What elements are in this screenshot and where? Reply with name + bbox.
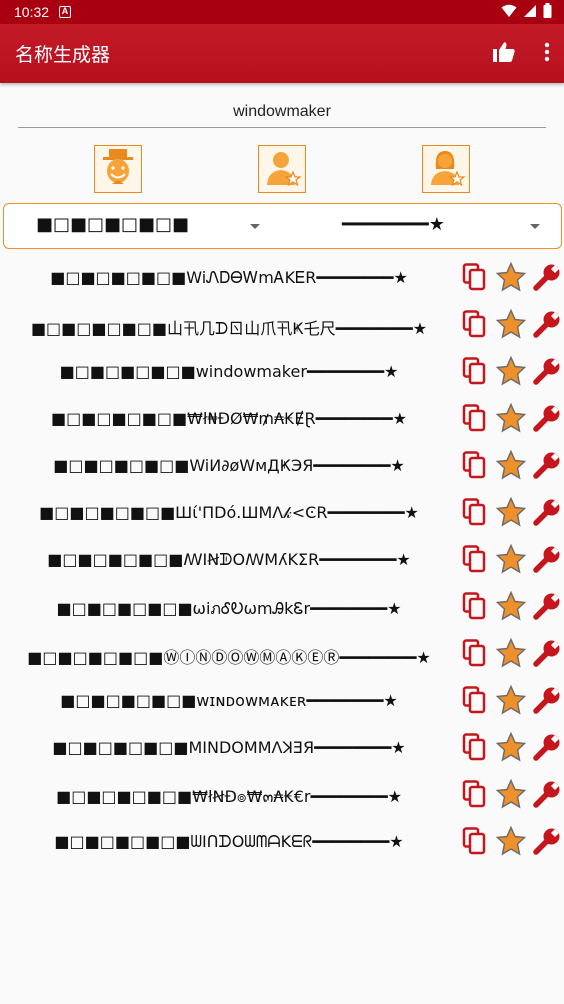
copy-icon[interactable] — [460, 544, 490, 574]
star-icon[interactable] — [496, 403, 526, 433]
copy-icon[interactable] — [460, 497, 490, 527]
wrench-icon[interactable] — [532, 544, 562, 574]
star-icon[interactable] — [496, 450, 526, 480]
generated-name: ■□■□■□■□■ᗯIᑎᗪOᗯᗰᗩKᗴᖇ━━━━━━━━★ — [54, 832, 404, 851]
wrench-icon[interactable] — [532, 638, 562, 668]
list-item: ■□■□■□■□■MINDOMMɅꓘƎЯ━━━━━━━━★ — [0, 728, 564, 775]
copy-icon[interactable] — [460, 826, 490, 856]
star-icon[interactable] — [496, 779, 526, 809]
more-vert-icon[interactable] — [544, 42, 550, 66]
name-input[interactable] — [18, 98, 546, 126]
star-icon[interactable] — [496, 497, 526, 527]
star-icon[interactable] — [496, 591, 526, 621]
notification-icon: A — [59, 6, 72, 18]
thumb-up-icon[interactable] — [492, 41, 516, 67]
generated-name: ■□■□■□■□■₩ł₦ĐØ₩₥₳₭ɆⱤ━━━━━━━━★ — [51, 409, 407, 428]
copy-icon[interactable] — [460, 356, 490, 386]
female-star-avatar-icon — [426, 147, 466, 191]
copy-icon[interactable] — [460, 403, 490, 433]
wrench-icon[interactable] — [532, 309, 562, 339]
list-item: ■□■□■□■□■ᴡɪɴᴅᴏᴡᴍᴀᴋᴇʀ━━━━━━━━★ — [0, 681, 564, 728]
star-icon[interactable] — [496, 262, 526, 292]
status-time: 10:32 — [14, 4, 50, 20]
prefix-chevron-down-icon[interactable] — [250, 224, 260, 229]
copy-icon[interactable] — [460, 685, 490, 715]
generated-name: ■□■□■□■□■Шί'ПDό.ШМΛ𝓀<ϾR━━━━━━━━★ — [39, 503, 419, 522]
copy-icon[interactable] — [460, 450, 490, 480]
joker-avatar-button[interactable] — [94, 145, 142, 193]
name-input-field[interactable] — [18, 98, 546, 128]
generated-name: ■□■□■□■□■ⓌⒾⓃⒹⓄⓌⓂⒶⓀⒺⓇ━━━━━━━━★ — [27, 648, 431, 667]
list-item: ■□■□■□■□■₩ł₦ĐØ₩₥₳₭ɆⱤ━━━━━━━━★ — [0, 399, 564, 446]
male-star-avatar-icon — [262, 147, 302, 191]
app-title: 名称生成器 — [15, 44, 111, 66]
copy-icon[interactable] — [460, 732, 490, 762]
wrench-icon[interactable] — [532, 262, 562, 292]
wifi-icon — [501, 4, 517, 21]
wrench-icon[interactable] — [532, 497, 562, 527]
suffix-chevron-down-icon[interactable] — [530, 224, 540, 229]
star-icon[interactable] — [496, 732, 526, 762]
star-icon[interactable] — [496, 356, 526, 386]
wrench-icon[interactable] — [532, 779, 562, 809]
generated-name: ■□■□■□■□■山卂几ᗪㄖ山爪卂Ҝ乇尺━━━━━━━━★ — [30, 319, 428, 338]
male-avatar-button[interactable] — [258, 145, 306, 193]
signal-icon — [523, 4, 537, 21]
star-icon[interactable] — [496, 638, 526, 668]
wrench-icon[interactable] — [532, 685, 562, 715]
status-bar: 10:32 A — [0, 0, 564, 24]
list-item: ■□■□■□■□■ꟿIꞤᗫOꟿMʎKΣR━━━━━━━━★ — [0, 540, 564, 587]
copy-icon[interactable] — [460, 591, 490, 621]
suffix-dropdown[interactable]: ━━━━━━━━★ — [342, 214, 445, 235]
list-item: ■□■□■□■□■ⓌⒾⓃⒹⓄⓌⓂⒶⓀⒺⓇ━━━━━━━━★ — [0, 634, 564, 681]
list-item: ■□■□■□■□■ᗯIᑎᗪOᗯᗰᗩKᗴᖇ━━━━━━━━★ — [0, 822, 564, 869]
list-item: ■□■□■□■□■WiИ∂øWмДҜЭЯ━━━━━━━━★ — [0, 446, 564, 493]
generated-name: ■□■□■□■□■ωiภᎴᎧωmᎯkᏋr━━━━━━━━★ — [56, 599, 402, 618]
copy-icon[interactable] — [460, 262, 490, 292]
female-avatar-button[interactable] — [422, 145, 470, 193]
generated-name: ■□■□■□■□■MINDOMMɅꓘƎЯ━━━━━━━━★ — [52, 738, 406, 757]
generated-name: ■□■□■□■□■ᴡɪɴᴅᴏᴡᴍᴀᴋᴇʀ━━━━━━━━★ — [60, 691, 398, 710]
generated-name: ■□■□■□■□■WiИ∂øWмДҜЭЯ━━━━━━━━★ — [53, 456, 405, 475]
star-icon[interactable] — [496, 309, 526, 339]
star-icon[interactable] — [496, 685, 526, 715]
prefix-dropdown[interactable]: ■□■□■□■□■ — [36, 214, 189, 235]
joker-avatar-icon — [98, 147, 138, 191]
list-item: ■□■□■□■□■Шί'ПDό.ШМΛ𝓀<ϾR━━━━━━━━★ — [0, 493, 564, 540]
list-item: ■□■□■□■□■windowmaker━━━━━━━━★ — [0, 352, 564, 399]
copy-icon[interactable] — [460, 309, 490, 339]
wrench-icon[interactable] — [532, 826, 562, 856]
decoration-selector: ■□■□■□■□■ ━━━━━━━━★ — [3, 203, 562, 249]
generated-name: ■□■□■□■□■windowmaker━━━━━━━━★ — [59, 362, 399, 381]
list-item: ■□■□■□■□■ωiภᎴᎧωmᎯkᏋr━━━━━━━━★ — [0, 587, 564, 634]
wrench-icon[interactable] — [532, 732, 562, 762]
wrench-icon[interactable] — [532, 356, 562, 386]
wrench-icon[interactable] — [532, 450, 562, 480]
list-item: ■□■□■□■□■山卂几ᗪㄖ山爪卂Ҝ乇尺━━━━━━━━★ — [0, 305, 564, 352]
star-icon[interactable] — [496, 826, 526, 856]
wrench-icon[interactable] — [532, 591, 562, 621]
wrench-icon[interactable] — [532, 403, 562, 433]
generated-name: ■□■□■□■□■WiᏁᎠᎾᎳmᎪKᎬR━━━━━━━━★ — [50, 268, 408, 287]
battery-icon — [543, 3, 552, 21]
copy-icon[interactable] — [460, 638, 490, 668]
generated-name: ■□■□■□■□■₩łꞤÐ๏₩๓₳₭€r━━━━━━━━★ — [56, 787, 402, 806]
app-bar: 名称生成器 — [0, 24, 564, 83]
list-item: ■□■□■□■□■₩łꞤÐ๏₩๓₳₭€r━━━━━━━━★ — [0, 775, 564, 822]
generated-name: ■□■□■□■□■ꟿIꞤᗫOꟿMʎKΣR━━━━━━━━★ — [47, 550, 411, 569]
list-item: ■□■□■□■□■WiᏁᎠᎾᎳmᎪKᎬR━━━━━━━━★ — [0, 258, 564, 305]
star-icon[interactable] — [496, 544, 526, 574]
copy-icon[interactable] — [460, 779, 490, 809]
